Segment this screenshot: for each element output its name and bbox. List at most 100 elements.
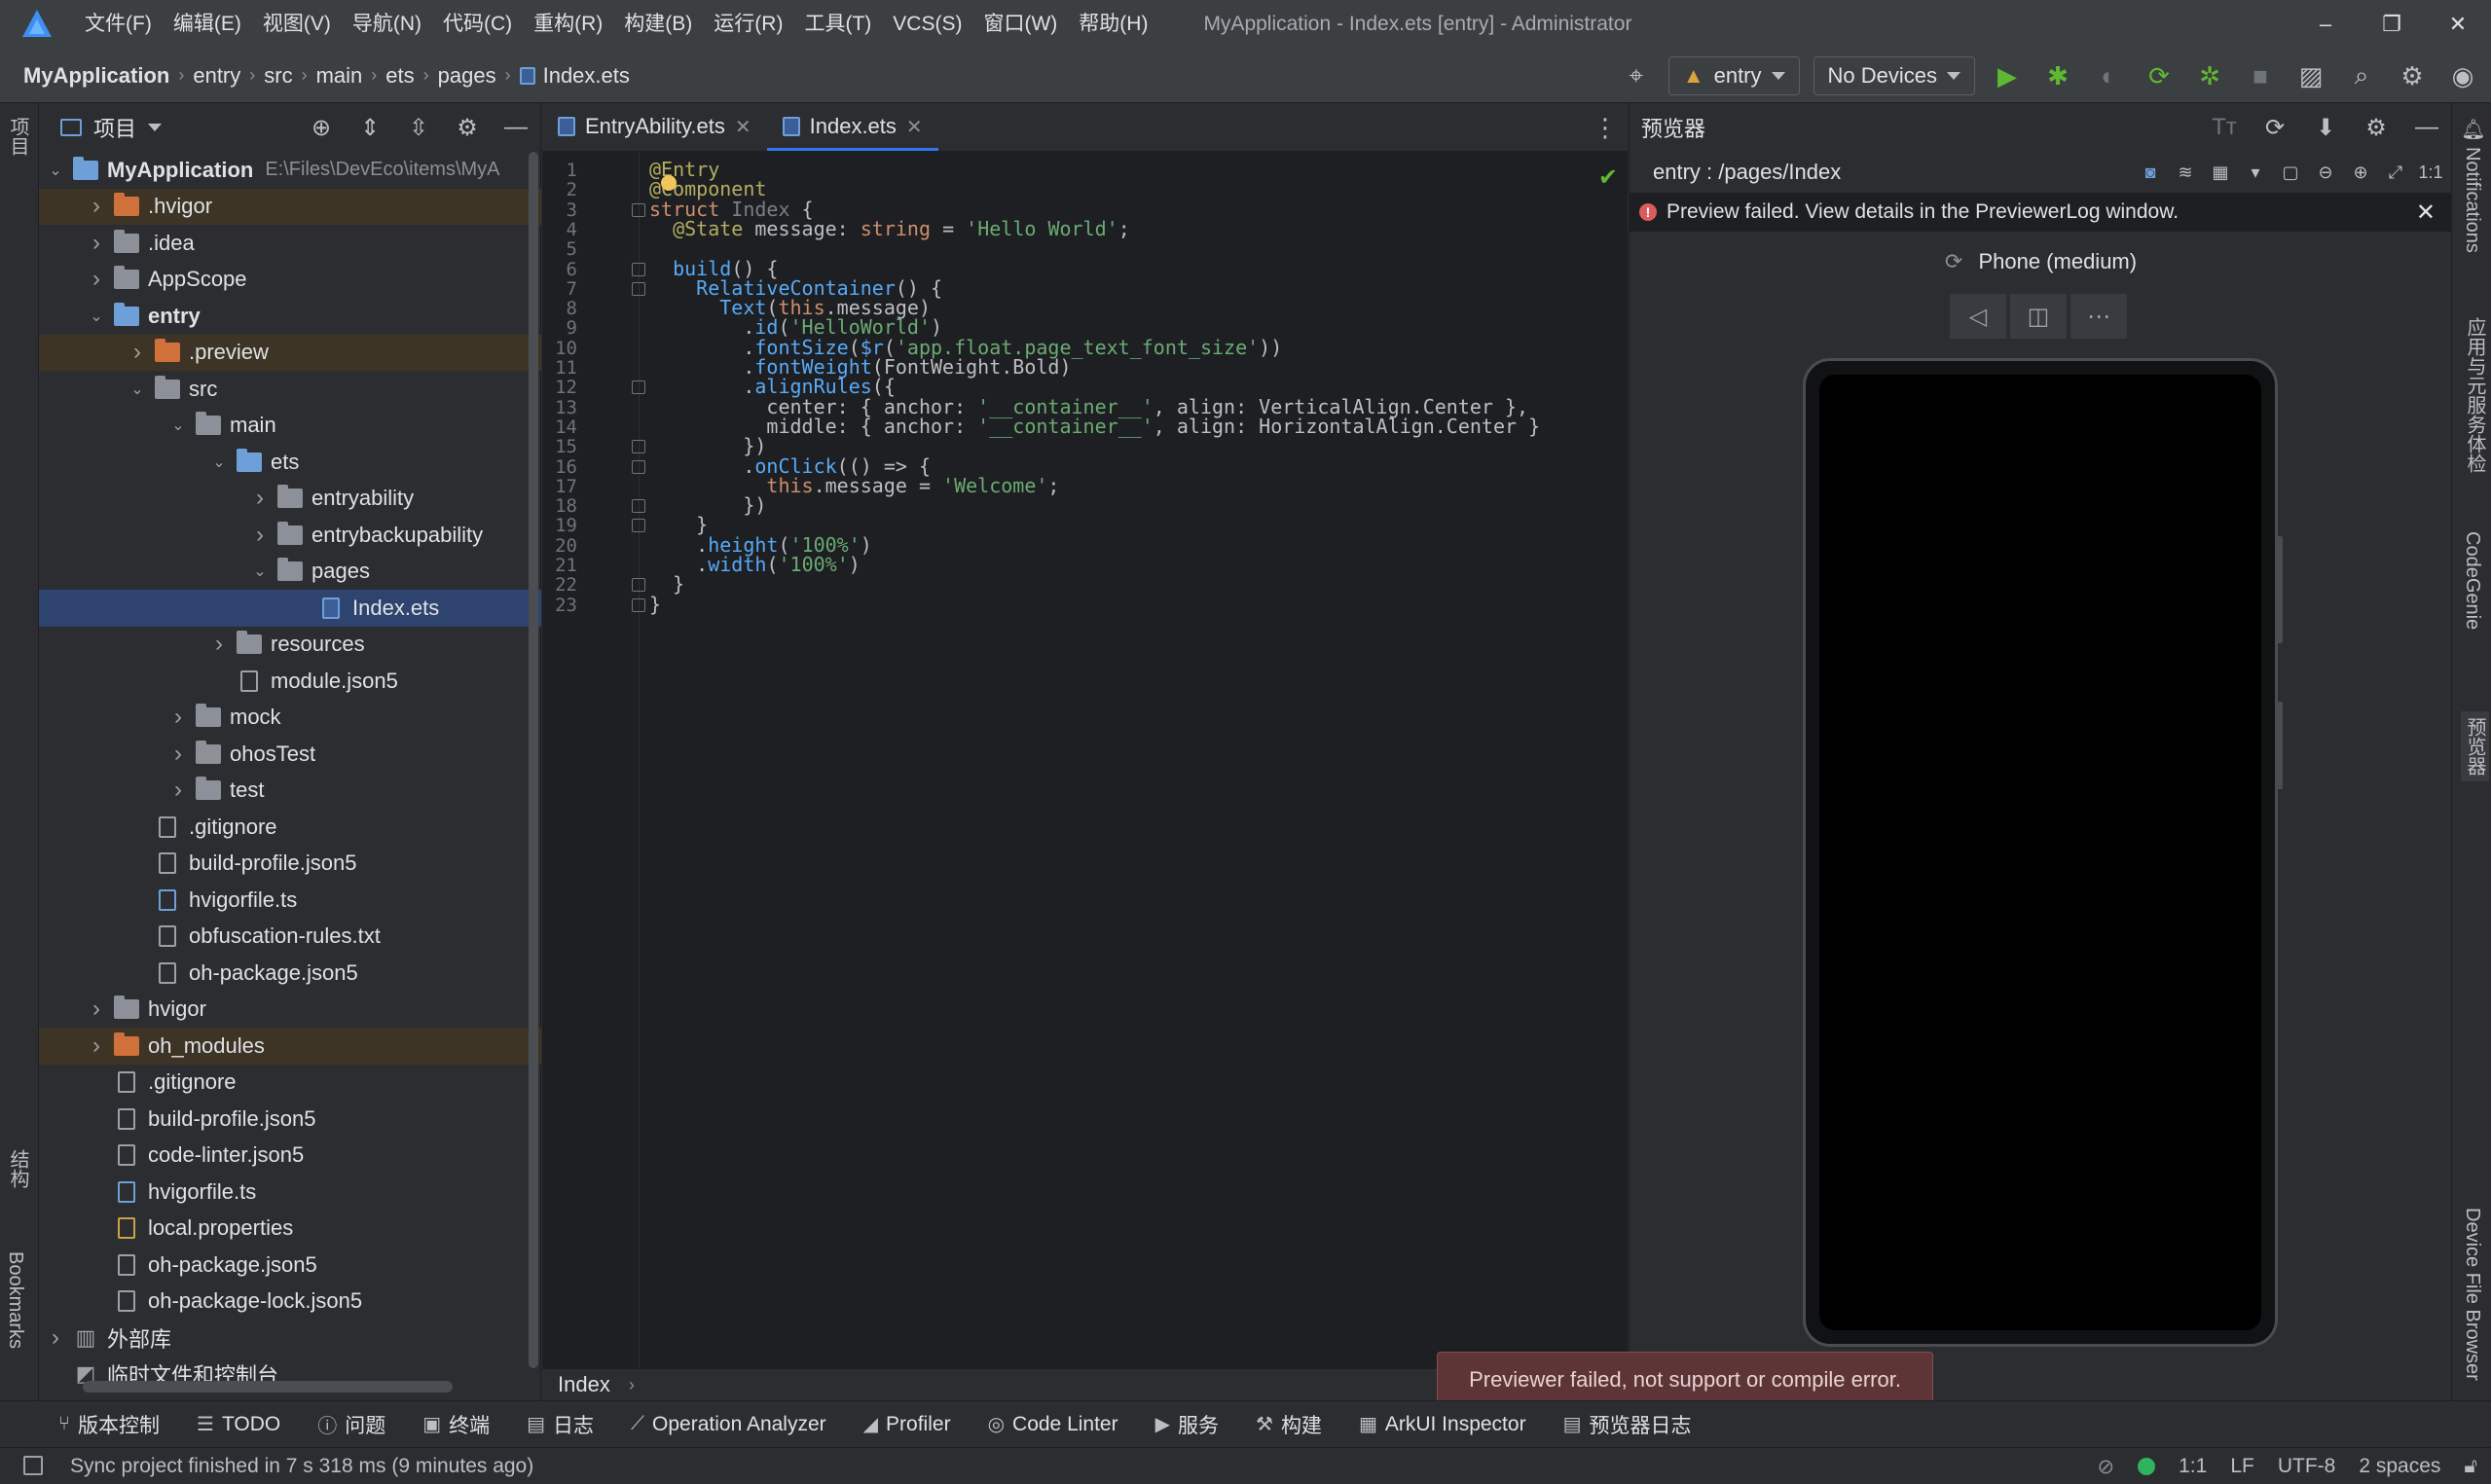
tool-window-services[interactable]: ▶ 服务: [1155, 1410, 1219, 1439]
status-panel-toggle-icon[interactable]: [23, 1456, 43, 1475]
tree-horizontal-scrollbar[interactable]: [83, 1381, 453, 1393]
menu-item[interactable]: 运行(R): [703, 0, 793, 49]
maximize-button[interactable]: ❐: [2359, 0, 2425, 49]
fold-marker-icon[interactable]: [632, 578, 645, 593]
editor-breadcrumb-item[interactable]: Index: [558, 1372, 610, 1397]
locate-icon[interactable]: ⊕: [305, 111, 338, 144]
menu-item[interactable]: 工具(T): [793, 0, 882, 49]
tree-item[interactable]: › hvigor: [39, 992, 541, 1029]
close-tab-icon[interactable]: ✕: [735, 115, 751, 139]
tree-item[interactable]: oh-package-lock.json5: [39, 1284, 541, 1321]
target-icon[interactable]: ⌖: [1618, 57, 1655, 94]
tool-window-profiler[interactable]: ◢ Profiler: [863, 1412, 951, 1436]
project-tool-tab[interactable]: 项目: [4, 117, 32, 156]
tree-item[interactable]: .gitignore: [39, 1065, 541, 1102]
tree-item[interactable]: build-profile.json5: [39, 846, 541, 883]
file-encoding[interactable]: UTF-8: [2278, 1455, 2336, 1478]
fullscreen-icon[interactable]: ⤢: [2383, 160, 2408, 185]
tree-item[interactable]: hvigorfile.ts: [39, 882, 541, 919]
tree-item[interactable]: module.json5: [39, 663, 541, 700]
tree-item[interactable]: › .hvigor: [39, 188, 541, 225]
tree-item[interactable]: › AppScope: [39, 262, 541, 299]
run-icon[interactable]: ▶: [1989, 57, 2026, 94]
project-panel-title[interactable]: 项目: [93, 112, 136, 143]
no-network-icon[interactable]: ⊘: [2098, 1455, 2115, 1479]
menu-item[interactable]: 构建(B): [613, 0, 703, 49]
chevron-right-icon[interactable]: ›: [167, 704, 189, 731]
tool-window-inspector[interactable]: ▦ ArkUI Inspector: [1359, 1412, 1526, 1436]
attach-debugger-icon[interactable]: ◐: [2090, 57, 2127, 94]
intention-bulb-icon[interactable]: [661, 175, 677, 191]
indent-setting[interactable]: 2 spaces: [2359, 1455, 2440, 1478]
fold-marker-icon[interactable]: [632, 519, 645, 533]
lock-icon[interactable]: 🔓︎: [2464, 1455, 2477, 1478]
gear-icon[interactable]: ⚙: [451, 111, 484, 144]
chevron-right-icon[interactable]: ›: [249, 522, 271, 549]
fold-marker-icon[interactable]: [632, 202, 645, 217]
more-options-icon[interactable]: ⋮: [1593, 113, 1618, 143]
chevron-right-icon[interactable]: ›: [167, 777, 189, 804]
caret-position[interactable]: 1:1: [2179, 1455, 2207, 1478]
tool-window-terminal[interactable]: ▣ 终端: [422, 1410, 490, 1439]
menu-item[interactable]: 帮助(H): [1068, 0, 1158, 49]
inspection-ok-icon[interactable]: ✔: [1598, 163, 1618, 192]
breadcrumb-item[interactable]: main: [316, 63, 363, 89]
chevron-right-icon[interactable]: ›: [127, 339, 148, 366]
device-manager-icon[interactable]: ▨: [2292, 57, 2329, 94]
device-selector[interactable]: No Devices: [1813, 56, 1975, 95]
tool-window-log[interactable]: ▤ 日志: [527, 1410, 594, 1439]
actual-size-icon[interactable]: 1:1: [2418, 160, 2443, 185]
fold-marker-icon[interactable]: [632, 499, 645, 514]
breadcrumb-item[interactable]: pages: [438, 63, 496, 89]
chevron-down-icon[interactable]: [148, 124, 163, 131]
device-file-browser-tool-tab[interactable]: Device File Browser: [2461, 1208, 2483, 1381]
menu-item[interactable]: 导航(N): [342, 0, 432, 49]
chevron-down-icon[interactable]: ⌄: [86, 307, 107, 326]
fold-marker-icon[interactable]: [632, 440, 645, 454]
chevron-right-icon[interactable]: ›: [86, 193, 107, 220]
fold-marker-icon[interactable]: [632, 597, 645, 612]
chevron-right-icon[interactable]: ›: [86, 266, 107, 293]
tree-item[interactable]: ⌄ MyApplication E:\Files\DevEco\items\MyA: [39, 152, 541, 189]
menu-item[interactable]: VCS(S): [882, 0, 972, 49]
hide-panel-icon[interactable]: —: [499, 111, 532, 144]
chevron-right-icon[interactable]: ›: [208, 631, 230, 658]
zoom-out-icon[interactable]: ⊖: [2313, 160, 2338, 185]
collapse-all-icon[interactable]: ⇳: [402, 111, 435, 144]
fit-icon[interactable]: ▢: [2278, 160, 2303, 185]
debug-icon[interactable]: ✱: [2039, 57, 2076, 94]
structure-tool-tab[interactable]: 结构: [4, 1149, 32, 1188]
search-icon[interactable]: ⌕: [2343, 57, 2380, 94]
minimize-button[interactable]: –: [2292, 0, 2359, 49]
chevron-right-icon[interactable]: ›: [86, 1032, 107, 1060]
chevron-right-icon[interactable]: ›: [86, 230, 107, 257]
previewer-route[interactable]: entry : /pages/Index: [1653, 160, 1841, 185]
tree-item[interactable]: › ohosTest: [39, 736, 541, 773]
tree-item[interactable]: oh-package.json5: [39, 955, 541, 992]
chevron-right-icon[interactable]: ›: [167, 741, 189, 768]
notifications-tool-tab[interactable]: 🔔︎ Notifications: [2461, 117, 2484, 253]
tool-window-previewer-log[interactable]: ▤ 预览器日志: [1563, 1410, 1692, 1439]
tab-entryability[interactable]: EntryAbility.ets ✕: [542, 102, 767, 151]
tree-item[interactable]: obfuscation-rules.txt: [39, 919, 541, 956]
tree-item[interactable]: ⌄ ets: [39, 444, 541, 481]
chevron-down-icon[interactable]: ⌄: [45, 161, 66, 180]
menu-item[interactable]: 文件(F): [74, 0, 163, 49]
tree-item[interactable]: › entrybackupability: [39, 517, 541, 554]
chevron-right-icon[interactable]: ›: [86, 995, 107, 1023]
close-tab-icon[interactable]: ✕: [906, 115, 923, 139]
chevron-down-icon[interactable]: ⌄: [167, 416, 189, 435]
gear-icon[interactable]: ⚙: [2360, 111, 2393, 144]
component-tree-icon[interactable]: ◙: [2138, 160, 2163, 185]
tool-window-problems[interactable]: ⓘ 问题: [317, 1410, 385, 1439]
tree-item[interactable]: › entryability: [39, 481, 541, 518]
refresh-icon[interactable]: ⟳: [2258, 111, 2291, 144]
tree-item[interactable]: › .preview: [39, 334, 541, 371]
fold-marker-icon[interactable]: [632, 281, 645, 296]
fold-marker-icon[interactable]: [632, 459, 645, 474]
tree-item[interactable]: hvigorfile.ts: [39, 1174, 541, 1211]
codegenie-tool-tab[interactable]: CodeGenie: [2461, 531, 2483, 630]
account-icon[interactable]: ◉: [2444, 57, 2481, 94]
inspect-icon[interactable]: ⬇: [2309, 111, 2342, 144]
tool-window-linter[interactable]: ◎ Code Linter: [988, 1412, 1118, 1436]
